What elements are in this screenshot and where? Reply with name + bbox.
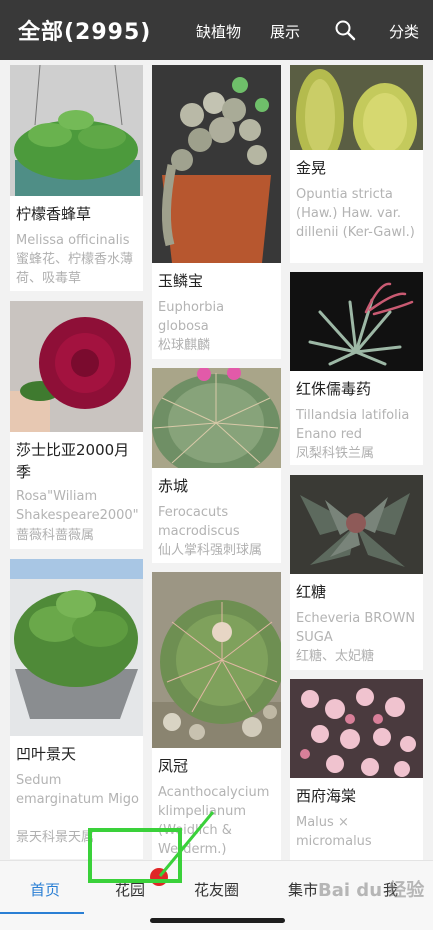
watermark: Bai du 经验: [318, 880, 425, 901]
plant-image: [152, 572, 281, 748]
page-title: 全部(2995): [18, 20, 152, 45]
plant-image: [290, 475, 423, 574]
plant-latin-name: Tillandsia latifolia Enano red: [296, 408, 410, 442]
plant-image: [290, 272, 423, 371]
category-button[interactable]: 分类: [389, 21, 419, 42]
plant-card[interactable]: 莎士比亚2000月季 Rosa"Wiliam Shakespeare2000" …: [10, 301, 143, 549]
plant-image: [10, 301, 143, 432]
plant-name: 凹叶景天: [16, 745, 77, 763]
plant-card[interactable]: 红侏儒毒药 Tillandsia latifolia Enano red 凤梨科…: [290, 272, 423, 465]
tab-home[interactable]: 首页: [30, 879, 60, 900]
plant-alias: 蔷薇科蔷薇属: [16, 528, 95, 543]
plant-name: 凤冠: [158, 757, 189, 775]
plant-name: 红糖: [296, 583, 327, 601]
plant-latin-name: Euphorbia globosa: [158, 300, 225, 334]
plant-alias: 蜜蜂花、柠檬香水薄荷、吸毒草: [16, 252, 134, 286]
plant-name: 莎士比亚2000月季: [16, 441, 130, 481]
tab-friends-circle[interactable]: 花友圈: [194, 879, 239, 900]
display-button[interactable]: 展示: [270, 21, 300, 42]
plant-alias: 红糖、太妃糖: [296, 649, 375, 664]
plant-latin-name: Malus × micromalus: [296, 815, 372, 849]
plant-card[interactable]: 西府海棠 Malus × micromalus: [290, 679, 423, 860]
plant-latin-name: Melissa officinalis: [16, 233, 130, 248]
plant-name: 玉鳞宝: [158, 272, 204, 290]
plant-image: [152, 65, 281, 263]
plant-image: [10, 559, 143, 736]
top-bar: 全部(2995) 缺植物 展示 分类: [0, 0, 433, 60]
plant-name: 赤城: [158, 477, 189, 495]
missing-plants-button[interactable]: 缺植物: [196, 21, 241, 42]
plant-alias: 仙人掌科强刺球属: [158, 543, 263, 558]
plant-name: 金晃: [296, 159, 327, 177]
plant-card[interactable]: 金晃 Opuntia stricta (Haw.) Haw. var. dill…: [290, 65, 423, 263]
plant-image: [10, 65, 143, 196]
plant-latin-name: Ferocacuts macrodiscus: [158, 505, 240, 539]
plant-image: [152, 368, 281, 468]
plant-alias: 凤梨科铁兰属: [296, 446, 375, 461]
plant-card[interactable]: 红糖 Echeveria BROWN SUGA 红糖、太妃糖: [290, 475, 423, 670]
home-indicator: [150, 918, 285, 923]
plant-image: [290, 65, 423, 150]
search-icon[interactable]: [334, 19, 356, 41]
plant-card[interactable]: 赤城 Ferocacuts macrodiscus 仙人掌科强刺球属: [152, 368, 281, 563]
plant-name: 西府海棠: [296, 787, 357, 805]
tab-market[interactable]: 集市: [288, 879, 318, 900]
plant-latin-name: Rosa"Wiliam Shakespeare2000": [16, 489, 139, 523]
plant-image: [290, 679, 423, 778]
plant-alias: 松球麒麟: [158, 338, 211, 353]
plant-latin-name: Sedum emarginatum Migo: [16, 773, 139, 807]
plant-card[interactable]: 凤冠 Acanthocalycium klimpelianum (Weidlic…: [152, 572, 281, 860]
plant-latin-name: Opuntia stricta (Haw.) Haw. var. dilleni…: [296, 187, 415, 240]
plant-name: 红侏儒毒药: [296, 380, 372, 398]
plant-grid: 柠檬香蜂草 Melissa officinalis 蜜蜂花、柠檬香水薄荷、吸毒草…: [0, 60, 433, 860]
plant-card[interactable]: 柠檬香蜂草 Melissa officinalis 蜜蜂花、柠檬香水薄荷、吸毒草: [10, 65, 143, 291]
plant-card[interactable]: 玉鳞宝 Euphorbia globosa 松球麒麟: [152, 65, 281, 359]
plant-latin-name: Echeveria BROWN SUGA: [296, 611, 416, 645]
highlight-box: [88, 828, 182, 883]
plant-card[interactable]: 凹叶景天 Sedum emarginatum Migo 景天科景天属: [10, 559, 143, 859]
plant-name: 柠檬香蜂草: [16, 205, 92, 223]
active-tab-indicator: [0, 912, 84, 914]
